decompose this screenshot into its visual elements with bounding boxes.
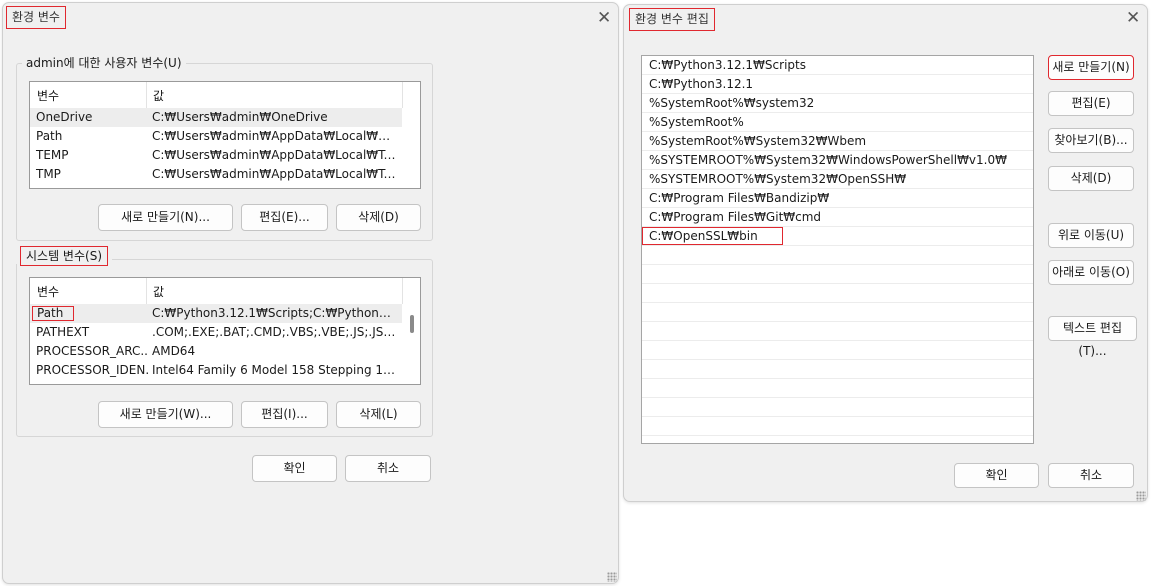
table-row[interactable]: PROCESSOR_ARC... AMD64	[30, 342, 402, 361]
list-item[interactable]: %SystemRoot%₩system32	[642, 94, 1033, 113]
table-row[interactable]: Path C:₩Users₩admin₩AppData₩Local₩Micros…	[30, 127, 402, 146]
user-edit-button[interactable]: 편집(E)...	[241, 204, 328, 231]
list-item[interactable]: %SystemRoot%₩System32₩Wbem	[642, 132, 1033, 151]
list-item[interactable]	[642, 398, 1033, 417]
list-header: 변수 값	[30, 278, 420, 304]
list-item[interactable]	[642, 284, 1033, 303]
edit-path-button[interactable]: 편집(E)	[1048, 91, 1134, 116]
list-item[interactable]	[642, 246, 1033, 265]
system-variables-list[interactable]: 변수 값 Path C:₩Python3.12.1₩Scripts;C:₩Pyt…	[29, 277, 421, 385]
browse-button[interactable]: 찾아보기(B)...	[1048, 128, 1134, 153]
list-item[interactable]: C:₩Python3.12.1₩Scripts	[642, 56, 1033, 75]
environment-variables-window: 환경 변수 ✕ admin에 대한 사용자 변수(U) 변수 값 OneDriv…	[2, 2, 619, 584]
user-new-button[interactable]: 새로 만들기(N)...	[98, 204, 233, 231]
list-item-editing[interactable]: C:₩OpenSSL₩bin	[642, 227, 1033, 246]
ok-button[interactable]: 확인	[252, 455, 337, 482]
list-item[interactable]: %SystemRoot%	[642, 113, 1033, 132]
system-new-button[interactable]: 새로 만들기(W)...	[98, 401, 233, 428]
list-item[interactable]	[642, 341, 1033, 360]
column-header-value[interactable]: 값	[153, 87, 164, 104]
scrollbar-thumb[interactable]	[410, 315, 414, 333]
list-item[interactable]: %SYSTEMROOT%₩System32₩WindowsPowerShell₩…	[642, 151, 1033, 170]
close-icon[interactable]: ✕	[1126, 10, 1140, 27]
list-item[interactable]	[642, 360, 1033, 379]
close-icon[interactable]: ✕	[597, 10, 611, 27]
list-item[interactable]: C:₩Program Files₩Git₩cmd	[642, 208, 1033, 227]
column-header-variable[interactable]: 변수	[37, 87, 59, 104]
system-delete-button[interactable]: 삭제(L)	[336, 401, 421, 428]
list-item[interactable]	[642, 379, 1033, 398]
cancel-button[interactable]: 취소	[1048, 463, 1134, 488]
system-edit-button[interactable]: 편집(I)...	[241, 401, 328, 428]
table-row[interactable]: Path C:₩Python3.12.1₩Scripts;C:₩Python3.…	[30, 304, 402, 323]
move-up-button[interactable]: 위로 이동(U)	[1048, 223, 1134, 248]
list-item[interactable]: C:₩Program Files₩Bandizip₩	[642, 189, 1033, 208]
system-variables-legend: 시스템 변수(S)	[16, 246, 112, 266]
system-variables-group: 시스템 변수(S) 변수 값 Path C:₩Python3.12.1₩Scri…	[16, 246, 433, 437]
edit-text-button[interactable]: 텍스트 편집(T)...	[1048, 316, 1137, 358]
user-delete-button[interactable]: 삭제(D)	[336, 204, 421, 231]
resize-grip-icon[interactable]	[1136, 491, 1146, 501]
ok-button[interactable]: 확인	[954, 463, 1039, 488]
list-item[interactable]	[642, 265, 1033, 284]
table-row[interactable]: OneDrive C:₩Users₩admin₩OneDrive	[30, 108, 402, 127]
list-item[interactable]: C:₩Python3.12.1	[642, 75, 1033, 94]
list-item[interactable]	[642, 303, 1033, 322]
move-down-button[interactable]: 아래로 이동(O)	[1048, 260, 1134, 285]
column-header-variable[interactable]: 변수	[37, 283, 59, 300]
user-variables-group: admin에 대한 사용자 변수(U) 변수 값 OneDrive C:₩Use…	[16, 55, 433, 241]
column-header-value[interactable]: 값	[153, 283, 164, 300]
edit-environment-variable-window: 환경 변수 편집 ✕ C:₩Python3.12.1₩Scripts C:₩Py…	[623, 4, 1148, 502]
table-row[interactable]: PATHEXT .COM;.EXE;.BAT;.CMD;.VBS;.VBE;.J…	[30, 323, 402, 342]
list-item[interactable]: %SYSTEMROOT%₩System32₩OpenSSH₩	[642, 170, 1033, 189]
resize-grip-icon[interactable]	[607, 572, 617, 582]
window-title: 환경 변수	[6, 6, 66, 29]
cancel-button[interactable]: 취소	[345, 455, 431, 482]
user-variables-legend: admin에 대한 사용자 변수(U)	[22, 55, 186, 71]
list-header: 변수 값	[30, 82, 420, 108]
table-row[interactable]: PROCESSOR_IDEN... Intel64 Family 6 Model…	[30, 361, 402, 380]
delete-path-button[interactable]: 삭제(D)	[1048, 166, 1134, 191]
table-row[interactable]: TMP C:₩Users₩admin₩AppData₩Local₩Temp	[30, 165, 402, 184]
path-list[interactable]: C:₩Python3.12.1₩Scripts C:₩Python3.12.1 …	[641, 55, 1034, 444]
list-item[interactable]	[642, 322, 1033, 341]
table-row[interactable]: TEMP C:₩Users₩admin₩AppData₩Local₩Temp	[30, 146, 402, 165]
new-path-button[interactable]: 새로 만들기(N)	[1048, 55, 1134, 80]
path-edit-input[interactable]: C:₩OpenSSL₩bin	[642, 227, 783, 245]
user-variables-list[interactable]: 변수 값 OneDrive C:₩Users₩admin₩OneDrive Pa…	[29, 81, 421, 189]
window-title: 환경 변수 편집	[629, 8, 715, 31]
list-item[interactable]	[642, 417, 1033, 436]
